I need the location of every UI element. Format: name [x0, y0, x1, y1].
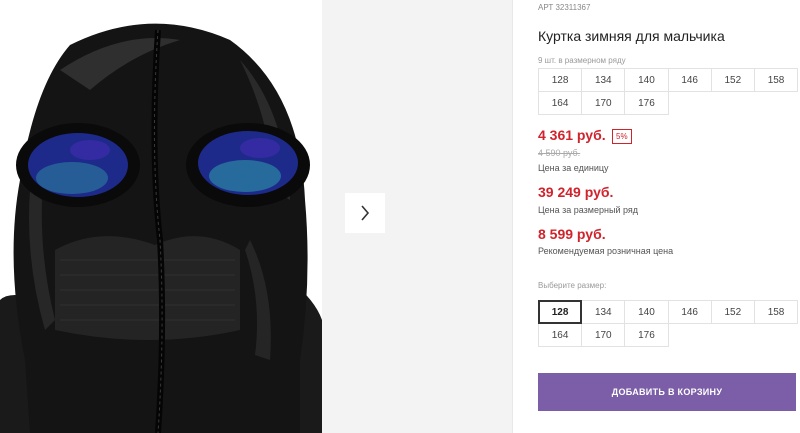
- next-image-button[interactable]: [345, 193, 385, 233]
- discount-badge: 5%: [612, 129, 632, 144]
- size-run-price: 39 249 руб.: [538, 184, 614, 200]
- size-run-cell: 128: [538, 68, 583, 92]
- unit-price: 4 361 руб.: [538, 127, 606, 143]
- jacket-hood-illustration: [0, 23, 322, 433]
- size-run-cell: 140: [624, 68, 669, 92]
- size-run-cell: 152: [710, 68, 755, 92]
- size-option-134[interactable]: 134: [581, 300, 626, 324]
- size-run-price-caption: Цена за размерный ряд: [538, 205, 639, 215]
- panel-divider: [512, 0, 513, 433]
- size-option-146[interactable]: 146: [667, 300, 712, 324]
- size-run-cell: 146: [667, 68, 712, 92]
- size-run-cell: 158: [753, 68, 799, 92]
- size-option-170[interactable]: 170: [581, 323, 626, 347]
- size-option-128[interactable]: 128: [538, 300, 583, 324]
- size-run-cell: 176: [624, 91, 669, 115]
- size-run-grid: 128 134 140 146 152 158 164 170 176: [538, 68, 799, 115]
- product-title: Куртка зимняя для мальчика: [538, 28, 725, 44]
- size-picker-label: Выберите размер:: [538, 281, 607, 290]
- size-run-note: 9 шт. в размерном ряду: [538, 56, 626, 65]
- size-option-152[interactable]: 152: [710, 300, 755, 324]
- size-run-cell: 170: [581, 91, 626, 115]
- unit-price-caption: Цена за единицу: [538, 163, 609, 173]
- size-run-cell: 164: [538, 91, 583, 115]
- size-run-cell: 134: [581, 68, 626, 92]
- old-price: 4 590 руб.: [538, 148, 581, 158]
- product-image: [0, 0, 322, 433]
- add-to-cart-button[interactable]: ДОБАВИТЬ В КОРЗИНУ: [538, 373, 796, 411]
- size-option-140[interactable]: 140: [624, 300, 669, 324]
- product-gallery: [0, 0, 512, 433]
- size-picker-grid: 128 134 140 146 152 158 164 170 176: [538, 300, 799, 347]
- chevron-right-icon: [361, 205, 370, 221]
- sku: АРТ 32311367: [538, 3, 590, 12]
- sku-value: 32311367: [555, 3, 591, 12]
- retail-price: 8 599 руб.: [538, 226, 606, 242]
- size-option-158[interactable]: 158: [753, 300, 799, 324]
- product-info-panel: АРТ 32311367 Куртка зимняя для мальчика …: [538, 0, 800, 433]
- retail-price-caption: Рекомендуемая розничная цена: [538, 246, 674, 256]
- sku-label: АРТ: [538, 3, 554, 12]
- size-option-176[interactable]: 176: [624, 323, 669, 347]
- size-option-164[interactable]: 164: [538, 323, 583, 347]
